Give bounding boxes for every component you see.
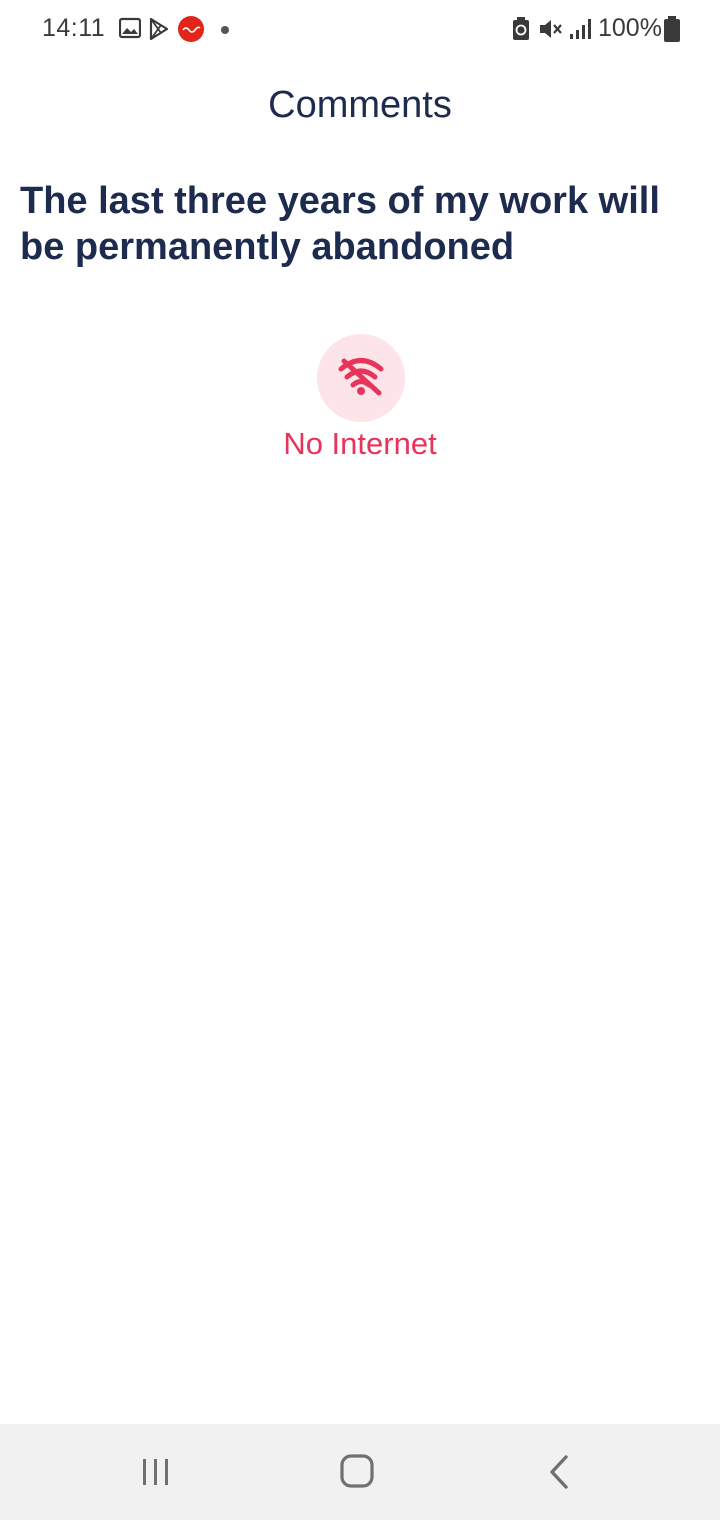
offline-indicator	[317, 334, 405, 422]
status-time: 14:11	[42, 14, 106, 42]
back-icon	[550, 1455, 568, 1489]
offline-message: No Internet	[283, 426, 437, 461]
recent-apps-button[interactable]	[126, 1448, 186, 1496]
navigation-bar	[0, 1424, 720, 1520]
post-title: The last three years of my work will be …	[20, 180, 660, 268]
battery-percentage: 100%	[598, 14, 662, 42]
home-button[interactable]	[327, 1448, 387, 1496]
signal-icon	[570, 19, 591, 39]
page-title: Comments	[268, 84, 452, 126]
mute-icon	[540, 20, 562, 38]
battery-saver-icon	[513, 17, 529, 40]
battery-icon	[664, 16, 680, 42]
home-icon	[340, 1454, 374, 1488]
back-button[interactable]	[528, 1448, 588, 1496]
wifi-off-icon	[338, 358, 384, 396]
app-notification-icon	[178, 16, 204, 42]
play-store-icon	[149, 17, 169, 41]
recent-apps-icon	[143, 1459, 168, 1485]
more-dot-icon	[221, 26, 229, 34]
status-bar: 14:11 100%	[0, 0, 720, 60]
gallery-icon	[119, 17, 141, 39]
